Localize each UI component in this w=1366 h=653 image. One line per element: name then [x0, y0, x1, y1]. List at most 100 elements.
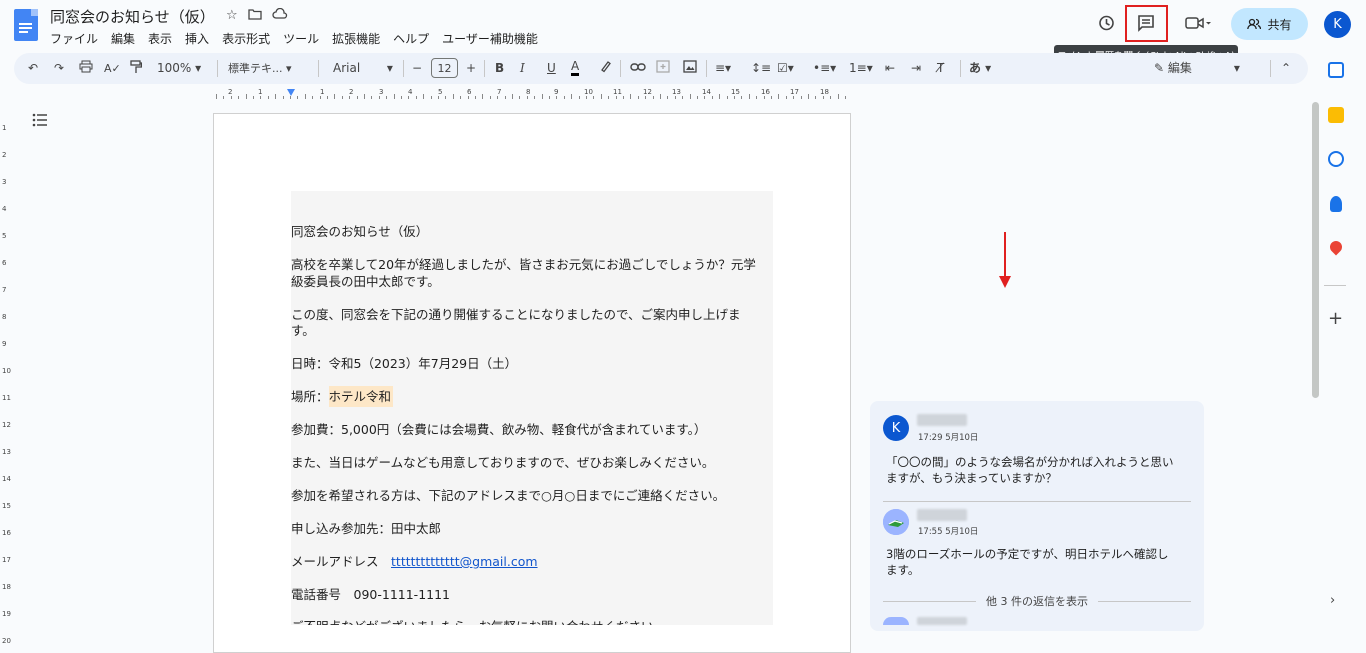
ruler-tick [571, 94, 573, 99]
share-button[interactable]: 共有 [1231, 8, 1308, 40]
version-history-icon[interactable] [1091, 8, 1121, 38]
zoom-select[interactable]: 100% ▾ [157, 60, 201, 77]
link-icon[interactable] [630, 60, 646, 77]
doc-rsvp-line[interactable]: 参加を希望される方は、下記のアドレスまで○月○日までにご連絡ください。 [291, 487, 771, 504]
spellcheck-icon[interactable]: A✓ [104, 60, 121, 77]
collapse-toolbar-icon[interactable]: ⌃ [1281, 60, 1291, 77]
checklist-icon[interactable]: ☑▾ [777, 60, 794, 77]
maps-icon[interactable] [1327, 238, 1345, 256]
menu-format[interactable]: 表示形式 [222, 30, 277, 47]
menu-edit[interactable]: 編集 [111, 30, 142, 47]
doc-paragraph-line[interactable]: す。 [291, 322, 771, 339]
align-icon[interactable]: ≡▾ [715, 60, 731, 77]
insert-image-icon[interactable] [683, 60, 697, 78]
decrease-font-size-icon[interactable]: − [412, 60, 422, 77]
ruler-tick [800, 96, 802, 99]
font-size-input[interactable]: 12 [431, 58, 458, 78]
doc-mail-line[interactable]: メールアドレス tttttttttttttt@gmail.com [291, 553, 771, 570]
doc-paragraph-line[interactable]: 高校を卒業して20年が経過しましたが、皆さまお元気にお過ごしでしょうか？元学 [291, 256, 771, 273]
increase-indent-icon[interactable]: ⇥ [911, 60, 921, 77]
bullet-list-icon[interactable]: •≡▾ [813, 60, 836, 77]
menu-help[interactable]: ヘルプ [393, 30, 436, 47]
menu-insert[interactable]: 挿入 [185, 30, 216, 47]
ruler-tick [837, 94, 839, 99]
font-select[interactable]: Arial ▾ [333, 60, 393, 77]
clear-formatting-icon[interactable]: T̸ [937, 60, 944, 77]
doc-title-line[interactable]: 同窓会のお知らせ（仮） [291, 223, 771, 240]
doc-place-line[interactable]: 場所：ホテル令和 [291, 386, 771, 407]
doc-phone-line[interactable]: 電話番号 090-1111-1111 [291, 586, 771, 603]
doc-title[interactable]: 同窓会のお知らせ（仮） [50, 6, 215, 27]
menu-file[interactable]: ファイル [50, 30, 105, 47]
meet-icon[interactable] [1178, 8, 1218, 38]
underline-icon[interactable]: U [547, 60, 556, 77]
move-folder-icon[interactable] [248, 8, 262, 24]
menu-accessibility[interactable]: ユーザー補助機能 [442, 30, 545, 47]
side-divider [1324, 285, 1346, 286]
star-icon[interactable]: ☆ [226, 8, 238, 24]
mail-link[interactable]: tttttttttttttt@gmail.com [391, 554, 538, 569]
decrease-indent-icon[interactable]: ⇤ [885, 60, 895, 77]
vruler-num: 4 [2, 205, 7, 213]
reply-text: ます。 [886, 563, 920, 577]
doc-date-line[interactable]: 日時：令和5（2023）年7月29日（土） [291, 355, 771, 372]
redo-icon[interactable]: ↷ [54, 60, 64, 77]
ruler-num: 2 [349, 88, 354, 96]
vertical-ruler[interactable]: 1 2 3 4 5 6 7 8 9 10 11 12 13 14 15 16 17 18 19 20 [0, 110, 12, 645]
ruler-tick [519, 96, 521, 99]
vruler-num: 20 [2, 637, 11, 645]
ruler-tick [682, 96, 684, 99]
doc-fee-line[interactable]: 参加費：5,000円（会費には会場費、飲み物、軽食代が含まれています。） [291, 421, 771, 438]
doc-paragraph-line[interactable]: この度、同窓会を下記の通り開催することになりましたので、ご案内申し上げま [291, 306, 771, 323]
doc-games-line[interactable]: また、当日はゲームなども用意しておりますので、ぜひお楽しみください。 [291, 454, 771, 471]
increase-font-size-icon[interactable]: + [466, 60, 476, 77]
commented-place-text[interactable]: ホテル令和 [328, 386, 394, 407]
ruler-tick [763, 96, 765, 99]
add-addon-icon[interactable]: + [1328, 308, 1343, 329]
reply-avatar [883, 509, 909, 535]
docs-logo-icon[interactable] [14, 9, 38, 41]
menu-tools[interactable]: ツール [283, 30, 326, 47]
undo-icon[interactable]: ↶ [28, 60, 38, 77]
expand-panel-icon[interactable]: › [1330, 593, 1335, 608]
keep-icon[interactable] [1328, 107, 1344, 123]
menu-view[interactable]: 表示 [148, 30, 179, 47]
line-spacing-icon[interactable]: ↕≡ [751, 60, 771, 77]
ruler-tick [556, 96, 558, 99]
doc-contact-line[interactable]: 申し込み参加先：田中太郎 [291, 520, 771, 537]
ruler-tick [356, 96, 358, 99]
ruler-num: 16 [761, 88, 770, 96]
numbered-list-icon[interactable]: 1≡▾ [849, 60, 873, 77]
paint-format-icon[interactable] [130, 60, 143, 79]
horizontal-ruler[interactable]: 2 1 1 2 3 4 5 6 7 8 9 10 11 12 13 14 15 … [214, 87, 851, 103]
contacts-icon[interactable] [1330, 196, 1342, 212]
show-more-replies[interactable]: 他 3 件の返信を表示 [883, 593, 1191, 609]
text-color-icon[interactable]: A [571, 60, 580, 76]
account-avatar[interactable]: K [1324, 11, 1351, 38]
print-icon[interactable] [79, 60, 93, 78]
editing-mode-select[interactable]: ✎ 編集 ▾ [1154, 60, 1240, 77]
tasks-icon[interactable] [1328, 151, 1344, 167]
cloud-status-icon[interactable] [272, 7, 288, 24]
ruler-tick [771, 96, 772, 99]
doc-last-line[interactable]: ご不明点などがございましたら、お気軽にお問い合わせください。 [291, 618, 771, 625]
ruler-tick [253, 96, 254, 99]
bold-icon[interactable]: B [495, 60, 504, 77]
ruler-tick [230, 96, 232, 99]
ruler-tick [563, 96, 565, 99]
scrollbar[interactable] [1312, 102, 1319, 398]
outline-icon[interactable] [32, 112, 48, 131]
ruler-tick [697, 96, 698, 99]
ruler-tick [734, 96, 735, 99]
highlight-color-icon[interactable] [599, 60, 611, 78]
style-select[interactable]: 標準テキ... ▾ [228, 60, 292, 77]
doc-paragraph-line[interactable]: 級委員長の田中太郎です。 [291, 273, 771, 290]
title-icons: ☆ [226, 7, 288, 24]
italic-icon[interactable]: I [520, 60, 525, 77]
input-tools-icon[interactable]: あ ▾ [969, 60, 991, 77]
calendar-icon[interactable] [1328, 62, 1344, 78]
ruler-num: 15 [731, 88, 740, 96]
add-comment-icon[interactable] [656, 60, 670, 78]
menu-extensions[interactable]: 拡張機能 [332, 30, 387, 47]
ruler-tick [334, 94, 336, 99]
